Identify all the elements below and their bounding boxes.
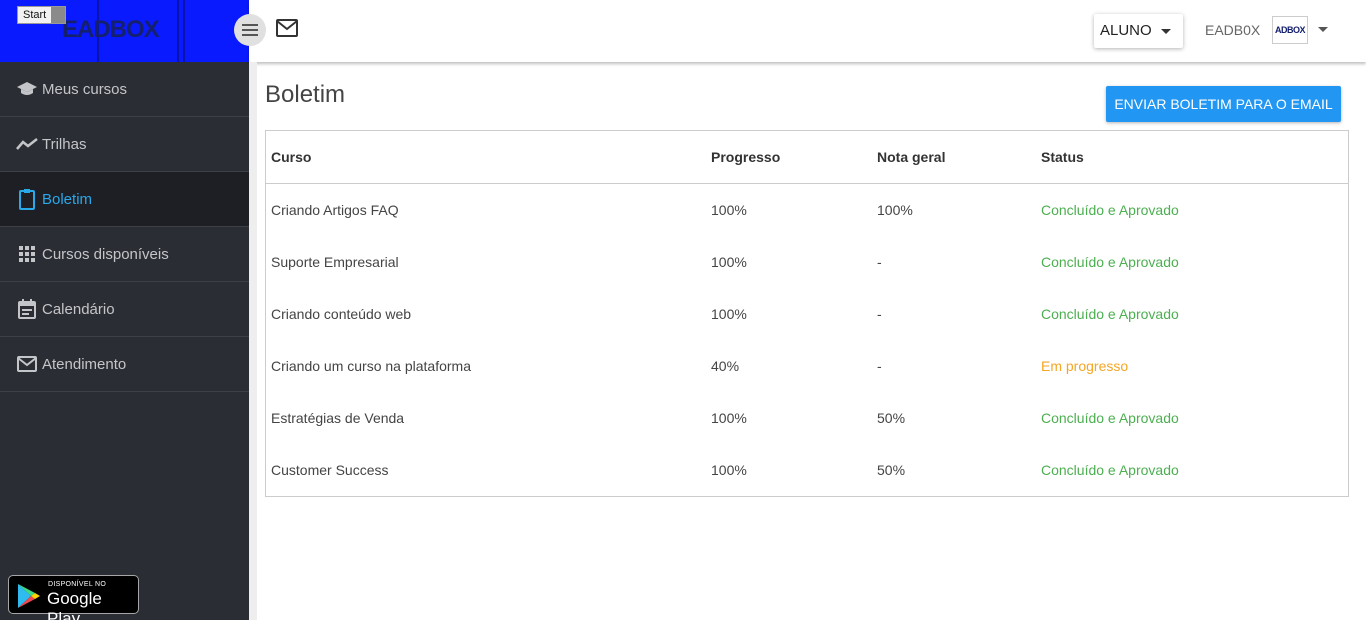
course-grade: - (877, 358, 882, 374)
column-header-progresso: Progresso (711, 149, 781, 165)
sidebar-item-label: Trilhas (42, 135, 87, 153)
course-status: Concluído e Aprovado (1041, 202, 1179, 218)
logo-divider (183, 0, 185, 62)
sidebar-item-label: Meus cursos (42, 80, 128, 98)
course-name: Estratégias de Venda (271, 410, 405, 426)
course-name: Criando conteúdo web (271, 306, 412, 322)
messages-button[interactable] (276, 19, 298, 42)
table-row: Suporte Empresarial 100% - Concluído e A… (266, 236, 1348, 288)
course-progress: 100% (711, 202, 747, 218)
table-row: Criando Artigos FAQ 100% 100% Concluído … (266, 184, 1348, 236)
sidebar-item-meus-cursos[interactable]: Meus cursos (0, 62, 249, 117)
clipboard-icon (16, 188, 38, 210)
course-grade: 100% (877, 202, 913, 218)
avatar-text: ADBOX (1274, 25, 1306, 35)
course-status: Concluído e Aprovado (1041, 306, 1179, 322)
graduation-cap-icon (16, 78, 38, 100)
avatar[interactable]: ADBOX (1272, 16, 1308, 44)
grid-icon (16, 243, 38, 265)
course-name: Suporte Empresarial (271, 254, 399, 270)
mail-icon (16, 353, 38, 375)
sidebar-item-label: Boletim (42, 190, 93, 208)
course-grade: - (877, 306, 882, 322)
course-name: Criando um curso na plataforma (271, 358, 471, 374)
sidebar-item-calendario[interactable]: Calendário (0, 282, 249, 337)
user-name[interactable]: EADB0X (1205, 22, 1260, 38)
page-title: Boletim (265, 81, 346, 108)
tooltip-decoration (51, 7, 65, 23)
hamburger-icon (242, 24, 258, 36)
course-grade: 50% (877, 410, 906, 426)
start-tooltip-text: Start (23, 9, 47, 21)
google-play-big-text: Google Play (47, 589, 102, 628)
trend-line-icon (16, 133, 38, 155)
calendar-icon (16, 298, 38, 320)
table-row: Customer Success 100% 50% Concluído e Ap… (266, 444, 1348, 496)
role-select[interactable]: ALUNO (1094, 14, 1183, 48)
column-header-status: Status (1041, 149, 1084, 165)
sidebar-item-label: Cursos disponíveis (42, 245, 169, 263)
course-name: Criando Artigos FAQ (271, 202, 399, 218)
sidebar-item-trilhas[interactable]: Trilhas (0, 117, 249, 172)
sidebar: EADBOX Start Meus cursos Trilhas Boletim (0, 0, 249, 628)
course-status: Concluído e Aprovado (1041, 410, 1179, 426)
user-menu-chevron-icon[interactable] (1318, 27, 1328, 32)
hamburger-menu-button[interactable] (234, 14, 266, 46)
course-grade: - (877, 254, 882, 270)
sidebar-nav: Meus cursos Trilhas Boletim Cursos dispo… (0, 62, 249, 392)
google-play-icon (18, 584, 40, 608)
course-status: Em progresso (1041, 358, 1129, 374)
course-progress: 100% (711, 306, 747, 322)
course-progress: 100% (711, 410, 747, 426)
send-report-email-button[interactable]: ENVIAR BOLETIM PARA O EMAIL (1106, 86, 1341, 122)
main-content: Boletim ENVIAR BOLETIM PARA O EMAIL Curs… (257, 67, 1366, 620)
table-row: Criando um curso na plataforma 40% - Em … (266, 340, 1348, 392)
sidebar-item-label: Atendimento (42, 355, 127, 373)
sidebar-item-boletim[interactable]: Boletim (0, 172, 249, 227)
table-row: Estratégias de Venda 100% 50% Concluído … (266, 392, 1348, 444)
logo-divider (177, 0, 179, 62)
course-progress: 100% (711, 462, 747, 478)
course-name: Customer Success (271, 462, 389, 478)
content-gutter (249, 62, 257, 620)
google-play-small-text: DISPONÍVEL NO (48, 581, 107, 588)
course-grade: 50% (877, 462, 906, 478)
top-bar (249, 0, 1366, 62)
logo-area[interactable]: EADBOX Start (0, 0, 249, 62)
brand-logo: EADBOX (62, 16, 160, 43)
envelope-icon (276, 19, 298, 37)
column-header-nota-geral: Nota geral (877, 149, 946, 165)
chevron-down-icon (1161, 29, 1171, 34)
course-progress: 100% (711, 254, 747, 270)
role-select-value: ALUNO (1100, 22, 1152, 39)
report-table: Curso Progresso Nota geral Status Criand… (265, 130, 1349, 497)
course-progress: 40% (711, 358, 740, 374)
sidebar-item-label: Calendário (42, 300, 115, 318)
google-play-badge[interactable]: DISPONÍVEL NO Google Play (8, 575, 139, 628)
start-tooltip: Start (17, 6, 66, 24)
sidebar-item-atendimento[interactable]: Atendimento (0, 337, 249, 392)
course-status: Concluído e Aprovado (1041, 462, 1179, 478)
sidebar-item-cursos-disponiveis[interactable]: Cursos disponíveis (0, 227, 249, 282)
column-header-curso: Curso (271, 149, 312, 165)
course-status: Concluído e Aprovado (1041, 254, 1179, 270)
table-header: Curso Progresso Nota geral Status (266, 131, 1348, 184)
table-row: Criando conteúdo web 100% - Concluído e … (266, 288, 1348, 340)
